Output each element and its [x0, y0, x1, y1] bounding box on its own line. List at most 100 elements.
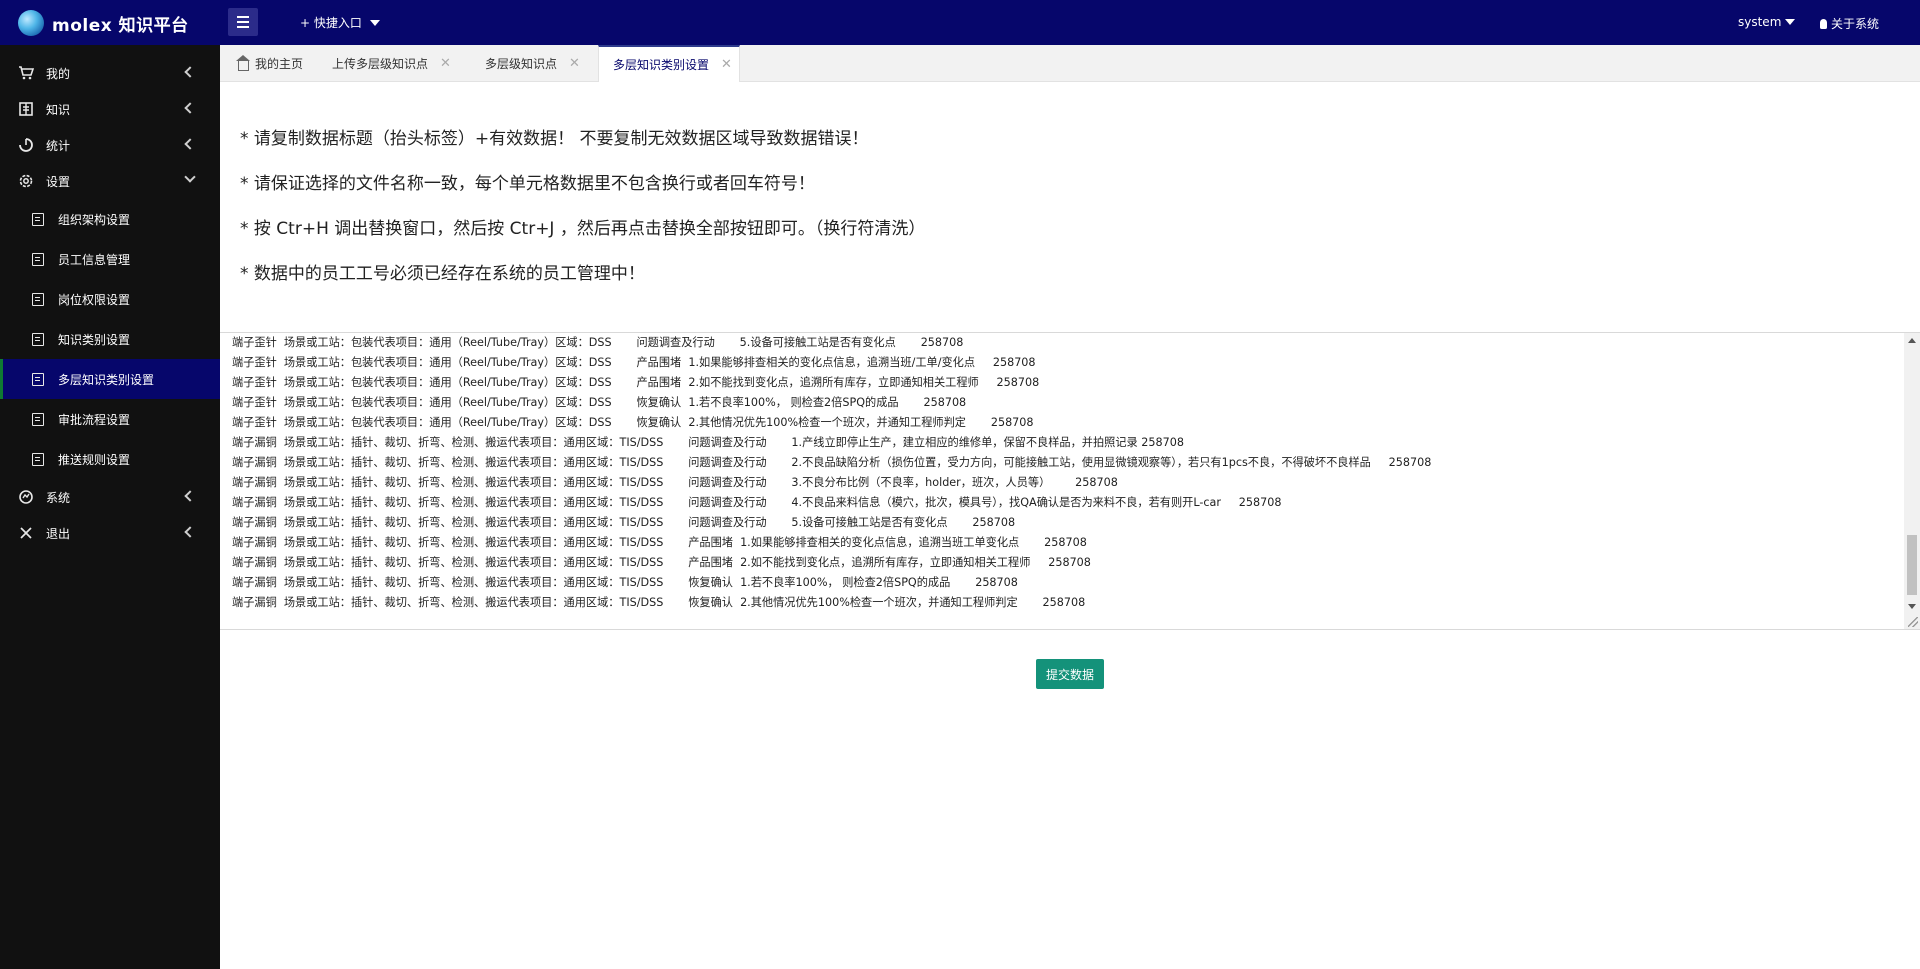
close-icon	[18, 525, 34, 541]
textarea-line: 端子漏铜 场景或工站：插针、裁切、折弯、检测、搬运代表项目：通用区域：TIS/D…	[232, 596, 1086, 609]
textarea-line: 端子漏铜 场景或工站：插针、裁切、折弯、检测、搬运代表项目：通用区域：TIS/D…	[232, 496, 1282, 509]
instruction-line: * 数据中的员工工号必须已经存在系统的员工管理中！	[240, 264, 645, 284]
textarea-content: 端子歪针 场景或工站：包装代表项目：通用（Reel/Tube/Tray）区域：D…	[232, 333, 1892, 629]
bulb-icon	[1820, 18, 1827, 29]
sidebar-subitem-knowledge-category[interactable]: 知识类别设置	[0, 319, 220, 359]
cart-icon	[18, 65, 34, 81]
tab-label: 多层级知识点	[485, 57, 558, 71]
close-icon[interactable]: ✕	[440, 56, 451, 71]
quick-entry-dropdown[interactable]: + 快捷入口	[300, 14, 380, 31]
sidebar-item-label: 统计	[46, 138, 71, 153]
chevron-left-icon	[184, 526, 196, 538]
textarea-line: 端子歪针 场景或工站：包装代表项目：通用（Reel/Tube/Tray）区域：D…	[232, 356, 1036, 369]
sidebar-subitem-label: 知识类别设置	[58, 332, 131, 347]
sidebar-subitem-approval-flow[interactable]: 审批流程设置	[0, 399, 220, 439]
sidebar-subitem-push-rules[interactable]: 推送规则设置	[0, 439, 220, 479]
gear-icon	[18, 173, 34, 189]
caret-down-icon	[1785, 19, 1796, 25]
textarea-line: 端子漏铜 场景或工站：插针、裁切、折弯、检测、搬运代表项目：通用区域：TIS/D…	[232, 556, 1091, 569]
resize-grip-icon[interactable]	[1908, 617, 1918, 627]
sidebar-subitem-label: 组织架构设置	[58, 212, 131, 227]
textarea-line: 端子歪针 场景或工站：包装代表项目：通用（Reel/Tube/Tray）区域：D…	[232, 396, 967, 409]
main-content: * 请复制数据标题（抬头标签）+有效数据！ 不要复制无效数据区域导致数据错误！ …	[220, 82, 1920, 969]
instruction-line: * 请复制数据标题（抬头标签）+有效数据！ 不要复制无效数据区域导致数据错误！	[240, 129, 869, 149]
textarea-line: 端子漏铜 场景或工站：插针、裁切、折弯、检测、搬运代表项目：通用区域：TIS/D…	[232, 476, 1118, 489]
tab-label: 多层知识类别设置	[613, 58, 710, 72]
tab-multilevel-category[interactable]: 多层知识类别设置 ✕	[598, 45, 740, 82]
user-dropdown[interactable]: system	[1738, 15, 1796, 29]
textarea-line: 端子歪针 场景或工站：包装代表项目：通用（Reel/Tube/Tray）区域：D…	[232, 376, 1040, 389]
scroll-up-icon[interactable]	[1908, 338, 1916, 343]
chevron-left-icon	[184, 102, 196, 114]
submit-data-button[interactable]: 提交数据	[1036, 659, 1104, 689]
top-bar: molex 知识平台 + 快捷入口 system 关于系统	[0, 0, 1920, 45]
system-icon	[18, 489, 34, 505]
about-label: 关于系统	[1831, 17, 1880, 31]
tab-multilevel-points[interactable]: 多层级知识点 ✕	[485, 45, 610, 82]
document-icon	[32, 332, 44, 346]
logo[interactable]: molex 知识平台	[18, 10, 189, 36]
textarea-line: 端子歪针 场景或工站：包装代表项目：通用（Reel/Tube/Tray）区域：D…	[232, 416, 1034, 429]
scroll-down-icon[interactable]	[1908, 604, 1916, 609]
document-icon	[32, 212, 44, 226]
data-textarea[interactable]: 端子歪针 场景或工站：包装代表项目：通用（Reel/Tube/Tray）区域：D…	[220, 332, 1920, 630]
globe-icon	[18, 10, 44, 36]
textarea-line: 端子漏铜 场景或工站：插针、裁切、折弯、检测、搬运代表项目：通用区域：TIS/D…	[232, 576, 1018, 589]
menu-toggle-button[interactable]	[228, 8, 258, 36]
document-icon	[32, 452, 44, 466]
sidebar-item-label: 设置	[46, 174, 71, 189]
sidebar-item-mine[interactable]: 我的	[0, 55, 220, 91]
document-icon	[32, 412, 44, 426]
app-title: molex 知识平台	[52, 15, 189, 36]
book-icon	[18, 101, 34, 117]
sidebar-subitem-label: 员工信息管理	[58, 252, 131, 267]
scroll-thumb[interactable]	[1907, 535, 1917, 595]
sidebar-subitem-label: 审批流程设置	[58, 412, 131, 427]
chevron-down-icon	[184, 171, 196, 183]
textarea-line: 端子漏铜 场景或工站：插针、裁切、折弯、检测、搬运代表项目：通用区域：TIS/D…	[232, 536, 1087, 549]
chevron-left-icon	[184, 490, 196, 502]
textarea-line: 端子漏铜 场景或工站：插针、裁切、折弯、检测、搬运代表项目：通用区域：TIS/D…	[232, 456, 1432, 469]
quick-entry-label: + 快捷入口	[300, 16, 362, 30]
sidebar-item-logout[interactable]: 退出	[0, 515, 220, 551]
textarea-line: 端子漏铜 场景或工站：插针、裁切、折弯、检测、搬运代表项目：通用区域：TIS/D…	[232, 436, 1184, 449]
about-system-link[interactable]: 关于系统	[1820, 15, 1879, 32]
close-icon[interactable]: ✕	[721, 57, 732, 72]
sidebar-subitem-multilevel-category[interactable]: 多层知识类别设置	[0, 359, 220, 399]
hamburger-icon	[237, 16, 249, 18]
instruction-line: * 请保证选择的文件名称一致，每个单元格数据里不包含换行或者回车符号！	[240, 174, 815, 194]
close-icon[interactable]: ✕	[569, 56, 580, 71]
user-name: system	[1738, 15, 1782, 29]
sidebar-subitem-post-permission[interactable]: 岗位权限设置	[0, 279, 220, 319]
sidebar-item-label: 退出	[46, 526, 71, 541]
chevron-left-icon	[184, 138, 196, 150]
sidebar-item-system[interactable]: 系统	[0, 479, 220, 515]
textarea-line: 端子歪针 场景或工站：包装代表项目：通用（Reel/Tube/Tray）区域：D…	[232, 336, 964, 349]
chart-icon	[18, 137, 34, 153]
document-icon	[32, 372, 44, 386]
sidebar-subitem-org-structure[interactable]: 组织架构设置	[0, 199, 220, 239]
sidebar-item-label: 知识	[46, 102, 71, 117]
sidebar-item-settings[interactable]: 设置	[0, 163, 220, 199]
home-icon	[236, 54, 250, 71]
textarea-line: 端子漏铜 场景或工站：插针、裁切、折弯、检测、搬运代表项目：通用区域：TIS/D…	[232, 516, 1016, 529]
document-icon	[32, 252, 44, 266]
sidebar-subitem-label: 岗位权限设置	[58, 292, 131, 307]
caret-down-icon	[369, 19, 380, 26]
textarea-scrollbar[interactable]	[1904, 333, 1920, 629]
sidebar-subitem-employee-info[interactable]: 员工信息管理	[0, 239, 220, 279]
tab-label: 上传多层级知识点	[332, 57, 429, 71]
instruction-line: * 按 Ctr+H 调出替换窗口，然后按 Ctr+J ，然后再点击替换全部按钮即…	[240, 219, 926, 239]
tab-home[interactable]: 我的主页	[236, 45, 318, 82]
document-icon	[32, 292, 44, 306]
tab-upload-multilevel[interactable]: 上传多层级知识点 ✕	[332, 45, 472, 82]
sidebar-item-knowledge[interactable]: 知识	[0, 91, 220, 127]
sidebar-item-statistics[interactable]: 统计	[0, 127, 220, 163]
chevron-left-icon	[184, 66, 196, 78]
tab-label: 我的主页	[255, 57, 304, 71]
sidebar-subitem-label: 多层知识类别设置	[58, 372, 155, 387]
sidebar-item-label: 系统	[46, 490, 71, 505]
tab-bar: 我的主页 上传多层级知识点 ✕ 多层级知识点 ✕ 多层知识类别设置 ✕	[220, 45, 1920, 82]
sidebar-item-label: 我的	[46, 66, 71, 81]
sidebar-subitem-label: 推送规则设置	[58, 452, 131, 467]
